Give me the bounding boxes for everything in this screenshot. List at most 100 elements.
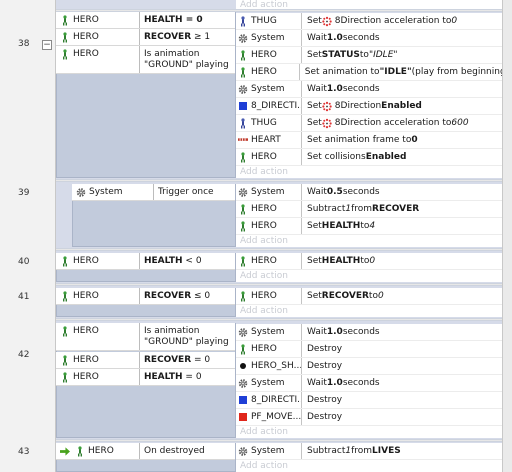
- event-separator: [56, 283, 502, 286]
- add-action-link[interactable]: Add action: [236, 460, 502, 472]
- condition-row[interactable]: HERO RECOVER = 0: [56, 352, 235, 369]
- add-action-link[interactable]: Add action: [236, 426, 502, 438]
- action-object[interactable]: HERO: [236, 47, 302, 63]
- action-row[interactable]: PF_MOVE... Destroy: [236, 409, 502, 426]
- action-row[interactable]: HERO Destroy: [236, 341, 502, 358]
- action-object[interactable]: System: [236, 81, 302, 97]
- text-run: to: [360, 256, 370, 266]
- action-row[interactable]: HERO Set HEALTH to 0: [236, 253, 502, 270]
- action-object[interactable]: HEART: [236, 132, 302, 148]
- action-object[interactable]: System: [236, 324, 302, 340]
- condition-object[interactable]: HERO: [56, 323, 140, 350]
- action-row[interactable]: 8_DIRECTI... Set 8Direction Enabled: [236, 98, 502, 115]
- add-action-link[interactable]: Add action: [236, 0, 502, 9]
- action-text: Destroy: [302, 392, 342, 408]
- condition-object[interactable]: HERO: [56, 29, 140, 45]
- condition-row[interactable]: HERO RECOVER ≥ 1: [56, 29, 235, 46]
- action-row[interactable]: HERO Set animation to "IDLE" (play from b…: [236, 64, 502, 81]
- text-run: HEALTH: [144, 256, 183, 266]
- action-row[interactable]: THUG Set 8Direction acceleration to 600: [236, 115, 502, 132]
- condition-row[interactable]: HERO HEALTH = 0: [56, 12, 235, 29]
- hero-icon: [238, 343, 248, 355]
- action-row[interactable]: HERO Set STATUS to "IDLE": [236, 47, 502, 64]
- condition-object[interactable]: HERO: [56, 443, 140, 459]
- action-object[interactable]: HERO: [236, 341, 302, 357]
- condition-object[interactable]: HERO: [56, 369, 140, 385]
- action-row[interactable]: THUG Set 8Direction acceleration to 0: [236, 13, 502, 30]
- action-object[interactable]: System: [236, 375, 302, 391]
- object-name: HERO: [251, 204, 277, 214]
- text-run: to: [368, 291, 378, 301]
- action-object[interactable]: HERO: [236, 253, 302, 269]
- action-object[interactable]: System: [236, 184, 302, 200]
- object-name: System: [251, 446, 285, 456]
- condition-row[interactable]: HERO On destroyed: [56, 443, 235, 460]
- action-object[interactable]: System: [236, 30, 302, 46]
- condition-object[interactable]: HERO: [56, 352, 140, 368]
- text-run: 8Direction: [334, 101, 382, 111]
- condition-row[interactable]: HERO Is animation "GROUND" playing: [56, 323, 235, 351]
- action-object[interactable]: 8_DIRECTI...: [236, 392, 302, 408]
- event-number-gutter: [0, 0, 56, 472]
- text-run: Set: [307, 101, 322, 111]
- object-name: 8_DIRECTI...: [251, 101, 302, 111]
- thug-icon: [238, 15, 248, 27]
- text-run: Subtract: [307, 204, 346, 214]
- action-row[interactable]: System Wait 1.0 seconds: [236, 324, 502, 341]
- action-object[interactable]: HERO: [236, 64, 300, 80]
- action-object[interactable]: 8_DIRECTI...: [236, 98, 302, 114]
- action-row[interactable]: HERO Set collisions Enabled: [236, 149, 502, 166]
- condition-object[interactable]: HERO: [56, 12, 140, 28]
- text-run: Is animation: [144, 49, 200, 59]
- text-run: ≤ 0: [191, 291, 211, 301]
- condition-object[interactable]: HERO: [56, 46, 140, 73]
- action-object[interactable]: HERO: [236, 201, 302, 217]
- object-name: System: [89, 187, 123, 197]
- condition-text: HEALTH < 0: [140, 253, 202, 269]
- add-action-link[interactable]: Add action: [236, 305, 502, 317]
- gear-icon: [76, 187, 86, 198]
- object-name: HERO: [73, 15, 99, 25]
- condition-row[interactable]: HERO Is animation "GROUND" playing: [56, 46, 235, 74]
- action-row[interactable]: System Wait 1.0 seconds: [236, 30, 502, 47]
- action-row[interactable]: System Wait 1.0 seconds: [236, 81, 502, 98]
- add-action-link[interactable]: Add action: [236, 166, 502, 178]
- condition-object[interactable]: System: [72, 184, 154, 200]
- collapse-toggle[interactable]: −: [42, 40, 52, 50]
- condition-object[interactable]: HERO: [56, 253, 140, 269]
- action-text: Set animation to "IDLE" (play from begin…: [300, 64, 502, 80]
- action-object[interactable]: HERO_SH...: [236, 358, 302, 374]
- action-object[interactable]: PF_MOVE...: [236, 409, 302, 425]
- text-run: (play from beginning): [411, 67, 502, 77]
- action-object[interactable]: HERO: [236, 288, 302, 304]
- event-separator: [56, 179, 502, 182]
- action-row[interactable]: 8_DIRECTI... Destroy: [236, 392, 502, 409]
- condition-object[interactable]: HERO: [56, 288, 140, 304]
- gear-icon: [238, 327, 248, 338]
- action-row[interactable]: HERO Subtract 1 from RECOVER: [236, 201, 502, 218]
- add-action-link[interactable]: Add action: [236, 235, 502, 247]
- action-row[interactable]: HERO_SH... Destroy: [236, 358, 502, 375]
- condition-row[interactable]: HERO RECOVER ≤ 0: [56, 288, 235, 305]
- thug-icon: [238, 117, 248, 129]
- text-run: "IDLE": [368, 50, 398, 60]
- action-object[interactable]: HERO: [236, 149, 302, 165]
- action-row[interactable]: System Wait 0.5 seconds: [236, 184, 502, 201]
- action-object[interactable]: THUG: [236, 13, 302, 29]
- action-object[interactable]: THUG: [236, 115, 302, 131]
- condition-row[interactable]: HERO HEALTH < 0: [56, 253, 235, 270]
- text-run: HEALTH: [144, 372, 183, 382]
- action-row[interactable]: System Subtract 1 from LIVES: [236, 443, 502, 460]
- condition-row[interactable]: HERO HEALTH = 0: [56, 369, 235, 386]
- action-row[interactable]: HEART Set animation frame to 0: [236, 132, 502, 149]
- condition-row[interactable]: System Trigger once: [72, 184, 235, 201]
- action-row[interactable]: System Wait 1.0 seconds: [236, 375, 502, 392]
- action-object[interactable]: HERO: [236, 218, 302, 234]
- action-row[interactable]: HERO Set RECOVER to 0: [236, 288, 502, 305]
- action-row[interactable]: HERO Set HEALTH to 4: [236, 218, 502, 235]
- text-run: Destroy: [307, 412, 343, 422]
- action-object[interactable]: System: [236, 443, 302, 459]
- object-name: HERO: [73, 32, 99, 42]
- action-text: Destroy: [302, 341, 342, 357]
- add-action-link[interactable]: Add action: [236, 270, 502, 282]
